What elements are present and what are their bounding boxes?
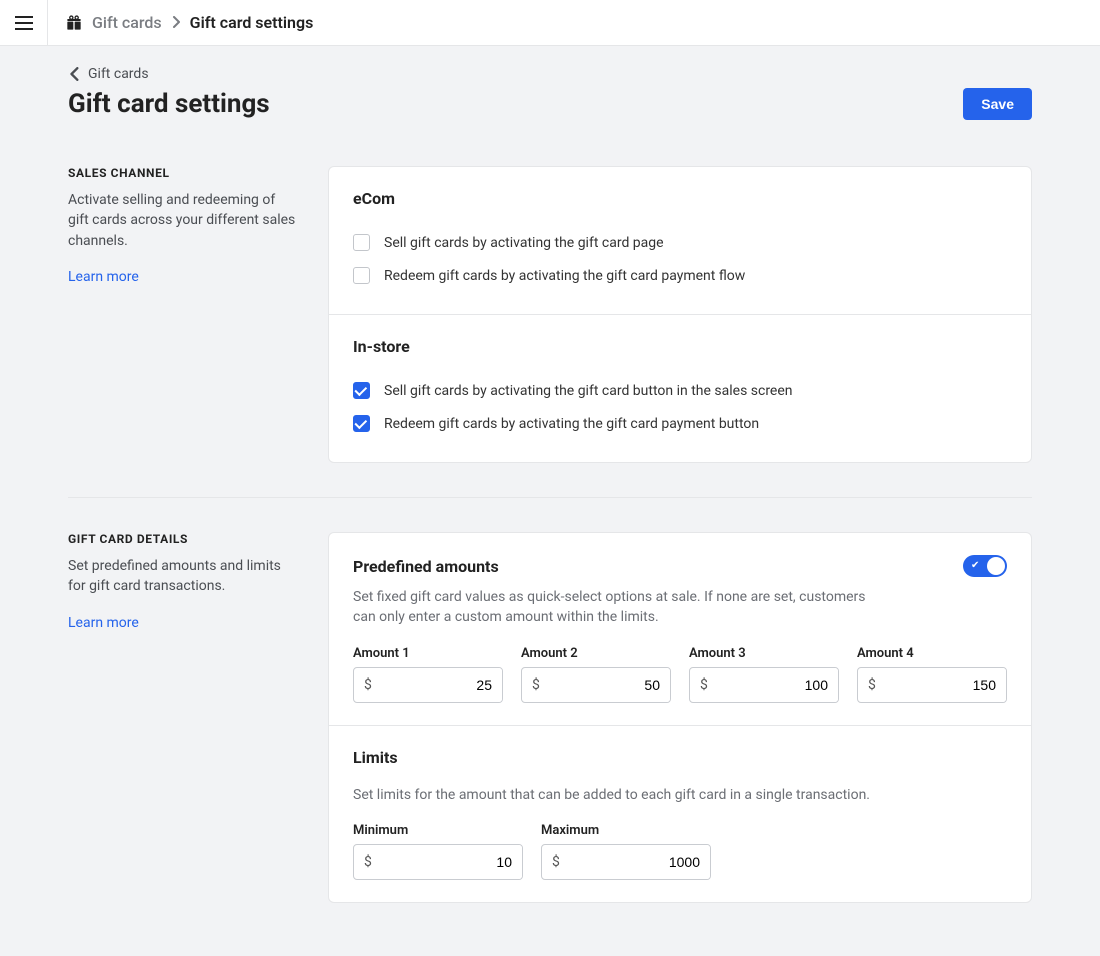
sales-channel-card: eCom Sell gift cards by activating the g… [328, 166, 1032, 463]
ecom-section: eCom Sell gift cards by activating the g… [329, 167, 1031, 314]
amount-3-label: Amount 3 [689, 646, 839, 661]
predefined-head: Predefined amounts ✔ [353, 555, 1007, 577]
amount-row: Amount 1 $ Amount 2 $ [353, 646, 1007, 703]
ecom-redeem-label: Redeem gift cards by activating the gift… [384, 268, 745, 284]
amount-1-input[interactable] [382, 668, 502, 702]
page-title: Gift card settings [68, 89, 270, 119]
instore-title: In-store [353, 337, 1007, 356]
save-button[interactable]: Save [963, 88, 1032, 120]
amount-3-input-wrap: $ [689, 667, 839, 703]
details-card: Predefined amounts ✔ Set fixed gift card… [328, 532, 1032, 903]
amount-3-input[interactable] [718, 668, 838, 702]
sales-channel-learn-more-link[interactable]: Learn more [68, 269, 139, 285]
section-gift-card-details: GIFT CARD DETAILS Set predefined amounts… [68, 497, 1032, 903]
check-icon: ✔ [971, 561, 979, 571]
ecom-sell-checkbox[interactable] [353, 234, 370, 251]
gift-icon [66, 15, 82, 31]
amount-1-field: Amount 1 $ [353, 646, 503, 703]
instore-redeem-checkbox[interactable] [353, 415, 370, 432]
amount-4-input[interactable] [886, 668, 1006, 702]
min-label: Minimum [353, 823, 523, 838]
hamburger-wrap [0, 0, 48, 46]
currency-symbol: $ [522, 677, 550, 693]
details-sidecol: GIFT CARD DETAILS Set predefined amounts… [68, 532, 298, 903]
limits-section: Limits Set limits for the amount that ca… [329, 725, 1031, 902]
sales-channel-heading: SALES CHANNEL [68, 166, 298, 180]
ecom-redeem-row: Redeem gift cards by activating the gift… [353, 259, 1007, 292]
min-input-wrap: $ [353, 844, 523, 880]
min-input[interactable] [382, 845, 522, 879]
amount-2-field: Amount 2 $ [521, 646, 671, 703]
back-link[interactable]: Gift cards [68, 66, 1032, 82]
predefined-title: Predefined amounts [353, 557, 499, 576]
details-heading: GIFT CARD DETAILS [68, 532, 298, 546]
section-sales-channel: SALES CHANNEL Activate selling and redee… [68, 166, 1032, 463]
hamburger-menu-icon[interactable] [15, 16, 33, 30]
amount-4-label: Amount 4 [857, 646, 1007, 661]
title-row: Gift card settings Save [68, 88, 1032, 120]
ecom-redeem-checkbox[interactable] [353, 267, 370, 284]
instore-redeem-label: Redeem gift cards by activating the gift… [384, 416, 759, 432]
instore-sell-checkbox[interactable] [353, 382, 370, 399]
instore-redeem-row: Redeem gift cards by activating the gift… [353, 407, 1007, 440]
breadcrumb-parent[interactable]: Gift cards [92, 13, 162, 32]
predefined-section: Predefined amounts ✔ Set fixed gift card… [329, 533, 1031, 725]
breadcrumb: Gift cards Gift card settings [48, 13, 313, 32]
limits-desc: Set limits for the amount that can be ad… [353, 785, 873, 805]
amount-2-input[interactable] [550, 668, 670, 702]
details-desc: Set predefined amounts and limits for gi… [68, 556, 298, 597]
chevron-left-icon [68, 67, 82, 81]
limits-title: Limits [353, 748, 1007, 767]
breadcrumb-current: Gift card settings [190, 13, 314, 32]
amount-4-input-wrap: $ [857, 667, 1007, 703]
instore-section: In-store Sell gift cards by activating t… [329, 314, 1031, 462]
amount-4-field: Amount 4 $ [857, 646, 1007, 703]
amount-1-label: Amount 1 [353, 646, 503, 661]
sales-channel-desc: Activate selling and redeeming of gift c… [68, 190, 298, 251]
amount-2-label: Amount 2 [521, 646, 671, 661]
sales-channel-sidecol: SALES CHANNEL Activate selling and redee… [68, 166, 298, 463]
ecom-sell-row: Sell gift cards by activating the gift c… [353, 226, 1007, 259]
max-field: Maximum $ [541, 823, 711, 880]
instore-sell-row: Sell gift cards by activating the gift c… [353, 374, 1007, 407]
currency-symbol: $ [354, 854, 382, 870]
back-label: Gift cards [88, 66, 149, 82]
max-input[interactable] [570, 845, 710, 879]
ecom-sell-label: Sell gift cards by activating the gift c… [384, 235, 664, 251]
max-input-wrap: $ [541, 844, 711, 880]
ecom-title: eCom [353, 189, 1007, 208]
page: Gift cards Gift card settings Save SALES… [50, 46, 1050, 943]
chevron-right-icon [172, 13, 180, 32]
max-label: Maximum [541, 823, 711, 838]
currency-symbol: $ [690, 677, 718, 693]
details-learn-more-link[interactable]: Learn more [68, 615, 139, 631]
limits-row: Minimum $ Maximum $ [353, 823, 1007, 880]
currency-symbol: $ [354, 677, 382, 693]
amount-3-field: Amount 3 $ [689, 646, 839, 703]
min-field: Minimum $ [353, 823, 523, 880]
instore-sell-label: Sell gift cards by activating the gift c… [384, 383, 793, 399]
currency-symbol: $ [858, 677, 886, 693]
top-bar: Gift cards Gift card settings [0, 0, 1100, 46]
predefined-desc: Set fixed gift card values as quick-sele… [353, 587, 873, 628]
amount-1-input-wrap: $ [353, 667, 503, 703]
predefined-toggle[interactable]: ✔ [963, 555, 1007, 577]
amount-2-input-wrap: $ [521, 667, 671, 703]
currency-symbol: $ [542, 854, 570, 870]
toggle-knob [987, 557, 1005, 575]
